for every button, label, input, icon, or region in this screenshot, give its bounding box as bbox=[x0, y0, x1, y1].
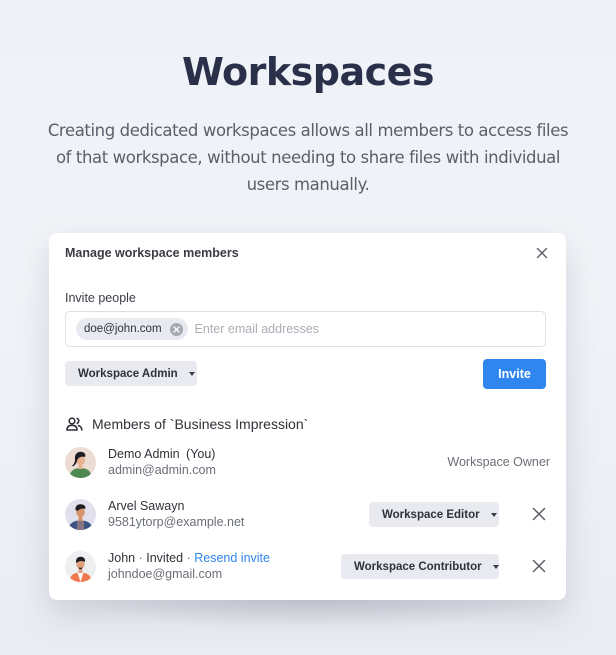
avatar bbox=[65, 498, 96, 530]
members-heading-label: Members of `Business Impression` bbox=[92, 416, 309, 432]
avatar bbox=[65, 550, 96, 582]
member-row: Arvel Sawayn 9581ytorp@example.net Works… bbox=[65, 497, 550, 531]
remove-icon bbox=[172, 325, 180, 333]
manage-members-modal: Manage workspace members Invite people d… bbox=[49, 233, 566, 600]
hero-title: Workspaces bbox=[181, 50, 435, 94]
email-input[interactable] bbox=[194, 322, 495, 336]
remove-member-button[interactable] bbox=[531, 558, 547, 574]
member-email: 9581ytorp@example.net bbox=[108, 514, 245, 529]
hero-description: Creating dedicated workspaces allows all… bbox=[47, 121, 569, 194]
member-role-label: Workspace Owner bbox=[447, 455, 550, 469]
invited-status: Invited bbox=[146, 550, 184, 565]
close-icon bbox=[532, 507, 546, 521]
member-role-select[interactable]: Workspace Contributor bbox=[341, 554, 499, 579]
invite-role-label: Workspace Admin bbox=[78, 367, 178, 380]
remove-member-button[interactable] bbox=[531, 506, 547, 522]
you-label: (You) bbox=[186, 446, 216, 461]
close-icon bbox=[532, 559, 546, 573]
separator-dot: · bbox=[138, 550, 143, 565]
member-name: John bbox=[108, 550, 136, 565]
member-row: John · Invited · Resend invite johndoe@g… bbox=[65, 549, 550, 583]
member-email: admin@admin.com bbox=[108, 462, 216, 477]
chip-remove-button[interactable] bbox=[169, 322, 183, 336]
email-chip: doe@john.com bbox=[76, 318, 188, 340]
member-name: Arvel Sawayn bbox=[108, 498, 185, 513]
invite-people-label: Invite people bbox=[65, 291, 136, 305]
member-name: Demo Admin bbox=[108, 446, 180, 461]
member-row: Demo Admin (You) admin@admin.com Workspa… bbox=[65, 445, 550, 479]
email-chip-label: doe@john.com bbox=[84, 323, 162, 335]
member-role-label: Workspace Contributor bbox=[354, 560, 482, 573]
caret-down-icon bbox=[492, 564, 499, 569]
modal-title: Manage workspace members bbox=[65, 246, 239, 260]
member-email: johndoe@gmail.com bbox=[108, 566, 223, 581]
caret-down-icon bbox=[490, 512, 497, 517]
caret-down-icon bbox=[188, 371, 195, 376]
member-role-select[interactable]: Workspace Editor bbox=[369, 502, 499, 527]
member-role-label: Workspace Editor bbox=[382, 508, 480, 521]
avatar bbox=[65, 446, 96, 478]
invite-role-select[interactable]: Workspace Admin bbox=[65, 361, 197, 386]
separator-dot: · bbox=[186, 550, 191, 565]
close-button[interactable] bbox=[534, 245, 550, 261]
email-input-box[interactable]: doe@john.com bbox=[65, 311, 546, 347]
users-icon bbox=[66, 417, 83, 431]
members-heading: Members of `Business Impression` bbox=[66, 416, 308, 432]
resend-invite-link[interactable]: Resend invite bbox=[194, 551, 270, 565]
invite-button[interactable]: Invite bbox=[483, 359, 546, 389]
close-icon bbox=[536, 247, 548, 259]
